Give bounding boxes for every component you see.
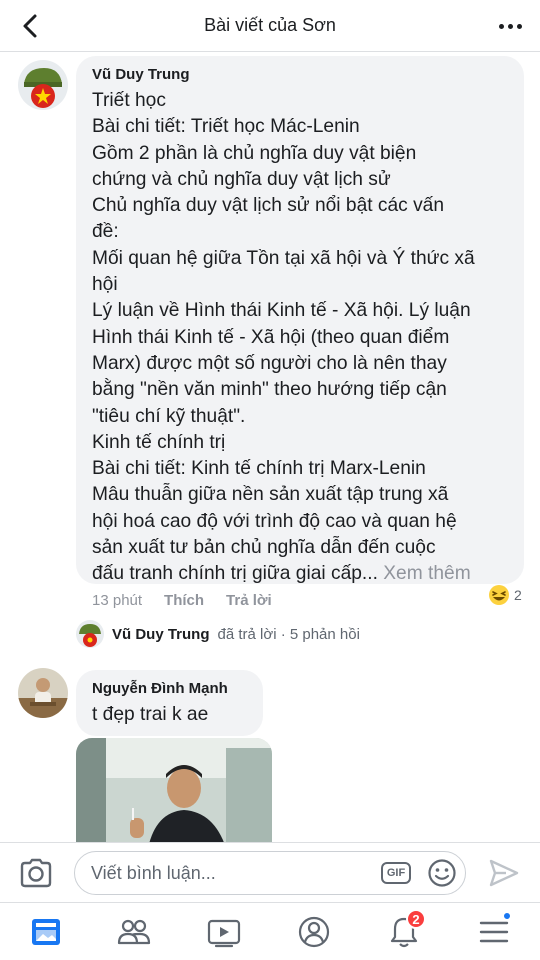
more-options-button[interactable] [492,10,528,42]
reaction-count: 2 [514,587,522,603]
like-button[interactable]: Thích [164,592,204,609]
comment-input-placeholder: Viết bình luận... [91,863,216,883]
watch-icon [207,919,241,948]
comment-body: Triết học Bài chi tiết: Triết học Mác-Le… [92,88,516,588]
send-button[interactable] [488,857,520,889]
comment-time: 13 phút [92,592,143,609]
comment-meta: 13 phút Thích Trả lời [92,592,272,609]
groups-icon [117,919,151,945]
nav-groups[interactable] [114,913,154,951]
avatar[interactable] [18,60,68,110]
comment-text: Triết học Bài chi tiết: Triết học Mác-Le… [92,90,475,584]
nav-profile[interactable] [294,913,334,951]
comment-author[interactable]: Nguyễn Đình Mạnh [92,680,228,697]
view-replies[interactable]: Vũ Duy Trung đã trả lời · 5 phản hồi [76,620,360,648]
comment-photo[interactable] [76,738,272,848]
reply-summary-text: đã trả lời · 5 phản hồi [217,625,360,643]
haha-emoji-icon [489,585,509,605]
nav-notifications[interactable]: 2 [384,909,426,951]
profile-icon [298,916,330,948]
nav-menu[interactable] [474,911,514,951]
comment-text-content: Triết học Bài chi tiết: Triết học Mác-Le… [92,90,475,585]
smiley-icon [428,859,456,887]
comment-input[interactable]: Viết bình luận... GIF [74,851,466,895]
camera-icon [20,858,52,888]
comment-composer: Viết bình luận... GIF [0,842,540,902]
reply-avatar [76,620,104,648]
reply-author: Vũ Duy Trung [112,625,210,643]
send-icon [489,859,519,887]
see-more-link[interactable]: Xem thêm [378,563,470,584]
camera-button[interactable] [18,857,54,889]
nav-news-feed[interactable] [26,913,66,951]
bottom-navigation: 2 [0,902,540,960]
menu-icon [479,921,509,943]
ellipsis-dot [507,23,513,29]
comment-bubble[interactable]: Nguyễn Đình Mạnh t đẹp trai k ae [76,670,263,736]
notification-badge: 2 [406,909,426,929]
menu-update-dot [502,911,512,921]
gif-button[interactable]: GIF [381,862,411,884]
page-title: Bài viết của Sơn [204,15,336,35]
nav-watch[interactable] [204,913,244,951]
news-feed-icon [32,919,60,945]
ellipsis-icon [498,23,504,29]
comment-author[interactable]: Vũ Duy Trung [92,66,190,83]
ellipsis-dot [516,23,522,29]
avatar[interactable] [18,668,68,718]
reply-button[interactable]: Trả lời [226,592,272,609]
comment-bubble[interactable]: Vũ Duy Trung Triết học Bài chi tiết: Tri… [76,56,524,584]
emoji-button[interactable] [427,858,457,888]
reaction-summary[interactable]: 2 [488,584,522,606]
comment-text: t đẹp trai k ae [92,704,209,725]
top-bar: Bài viết của Sơn [0,0,540,52]
